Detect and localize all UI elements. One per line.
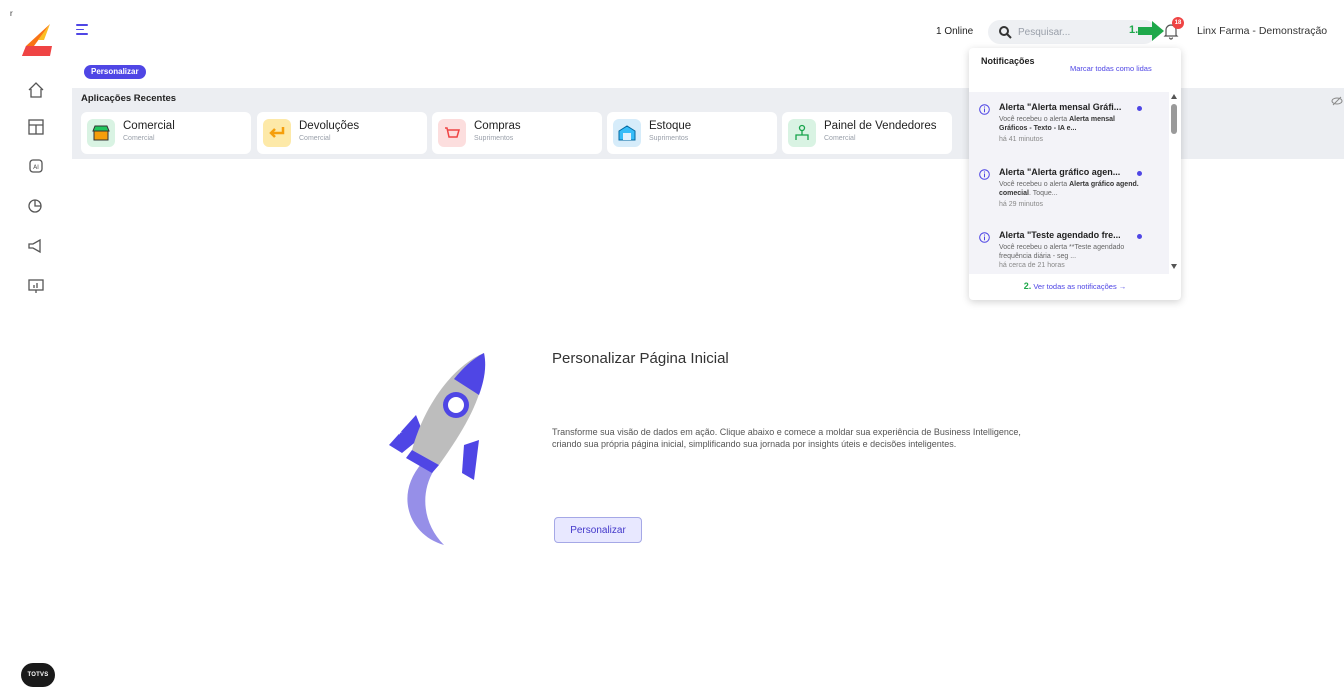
notification-description: Você recebeu o alerta Alerta mensal Gráf… (999, 116, 1115, 132)
see-all-label: Ver todas as notificações → (1033, 282, 1127, 291)
search-input[interactable] (1018, 24, 1138, 40)
online-users-label[interactable]: 1 Online (936, 26, 973, 37)
notifications-scrollbar[interactable] (1168, 92, 1180, 274)
unread-dot (1137, 234, 1142, 239)
recent-app-card-comercial[interactable]: Comercial Comercial (81, 112, 251, 154)
notifications-dropdown: Notificações Marcar todas como lidas Ale… (969, 48, 1181, 300)
unread-dot (1137, 171, 1142, 176)
recent-app-subtitle: Comercial (299, 135, 331, 142)
analytics-icon[interactable] (26, 196, 46, 216)
notification-title: Alerta "Teste agendado fre... (999, 230, 1121, 240)
info-icon (979, 169, 990, 180)
totvs-logo-text: TOTVS (27, 672, 49, 678)
recent-app-card-devolucoes[interactable]: Devoluções Comercial (257, 112, 427, 154)
recent-app-name: Painel de Vendedores (824, 120, 937, 132)
recent-app-subtitle: Suprimentos (649, 135, 689, 142)
notification-title: Alerta "Alerta gráfico agen... (999, 167, 1121, 177)
info-icon (979, 104, 990, 115)
search-icon (999, 26, 1012, 39)
totvs-logo: TOTVS (21, 663, 55, 687)
info-icon (979, 232, 990, 243)
notification-item[interactable]: Alerta "Teste agendado fre... Você receb… (969, 224, 1169, 274)
svg-text:AI: AI (33, 164, 39, 171)
notifications-title: Notificações (981, 56, 1035, 66)
app-logo[interactable] (20, 22, 54, 58)
notification-time: há 29 minutos (999, 201, 1043, 208)
svg-text:✦: ✦ (482, 382, 490, 393)
personalize-chip-button[interactable]: Personalizar (84, 65, 146, 79)
scroll-up-arrow[interactable] (1171, 94, 1177, 99)
mark-all-read-link[interactable]: Marcar todas como lidas (1070, 64, 1152, 73)
shop-icon (87, 119, 115, 147)
recent-apps-title: Aplicações Recentes (81, 93, 177, 104)
hero-title: Personalizar Página Inicial (552, 350, 729, 367)
eye-off-icon[interactable] (1331, 95, 1343, 107)
recent-app-card-compras[interactable]: Compras Suprimentos (432, 112, 602, 154)
corner-mark: r (10, 9, 13, 18)
menu-toggle-button[interactable] (76, 24, 90, 38)
team-icon (788, 119, 816, 147)
home-icon[interactable] (26, 80, 46, 100)
rocket-illustration: ✦ ✦ (389, 353, 490, 545)
scrollbar-thumb[interactable] (1171, 104, 1177, 134)
recent-app-card-estoque[interactable]: Estoque Suprimentos (607, 112, 777, 154)
return-icon (263, 119, 291, 147)
hero-description: Transforme sua visão de dados em ação. C… (552, 427, 1021, 449)
recent-app-name: Devoluções (299, 120, 360, 132)
annotation-marker-1: 1. (1129, 24, 1139, 36)
recent-app-name: Estoque (649, 120, 692, 132)
unread-dot (1137, 106, 1142, 111)
warehouse-icon (613, 119, 641, 147)
recent-app-subtitle: Comercial (824, 135, 856, 142)
see-all-notifications-link[interactable]: 2. Ver todas as notificações → (969, 281, 1181, 291)
personalize-button[interactable]: Personalizar (554, 517, 642, 543)
notifications-list: Alerta "Alerta mensal Gráfi... Você rece… (969, 92, 1169, 274)
scroll-down-arrow[interactable] (1171, 264, 1177, 269)
account-name[interactable]: Linx Farma - Demonstração (1197, 25, 1327, 37)
annotation-marker-2: 2. (1023, 281, 1032, 291)
notification-description: Você recebeu o alerta Alerta gráfico age… (999, 181, 1139, 197)
notification-title: Alerta "Alerta mensal Gráfi... (999, 102, 1122, 112)
notification-time: há 41 minutos (999, 136, 1043, 143)
recent-app-name: Comercial (123, 120, 175, 132)
notification-description: Você recebeu o alerta **Teste agendado f… (999, 244, 1125, 260)
recent-app-card-painel-vendedores[interactable]: Painel de Vendedores Comercial (782, 112, 952, 154)
recent-app-subtitle: Suprimentos (474, 135, 514, 142)
sidebar: r AI TOTVS (0, 0, 72, 694)
top-bar: 1 Online 1. 18 Linx Farma - Demonstração (72, 0, 1344, 55)
campaign-icon[interactable] (26, 236, 46, 256)
notification-count-badge: 18 (1172, 17, 1184, 29)
cart-icon (438, 119, 466, 147)
ai-icon[interactable]: AI (26, 156, 46, 176)
notification-item[interactable]: Alerta "Alerta gráfico agen... Você rece… (969, 161, 1169, 223)
recent-app-name: Compras (474, 120, 521, 132)
svg-text:✦: ✦ (396, 428, 403, 437)
recent-app-subtitle: Comercial (123, 135, 155, 142)
dashboard-icon[interactable] (26, 117, 46, 137)
presentation-icon[interactable] (26, 276, 46, 296)
notification-time: há cerca de 21 horas (999, 262, 1065, 269)
notification-item[interactable]: Alerta "Alerta mensal Gráfi... Você rece… (969, 96, 1169, 158)
